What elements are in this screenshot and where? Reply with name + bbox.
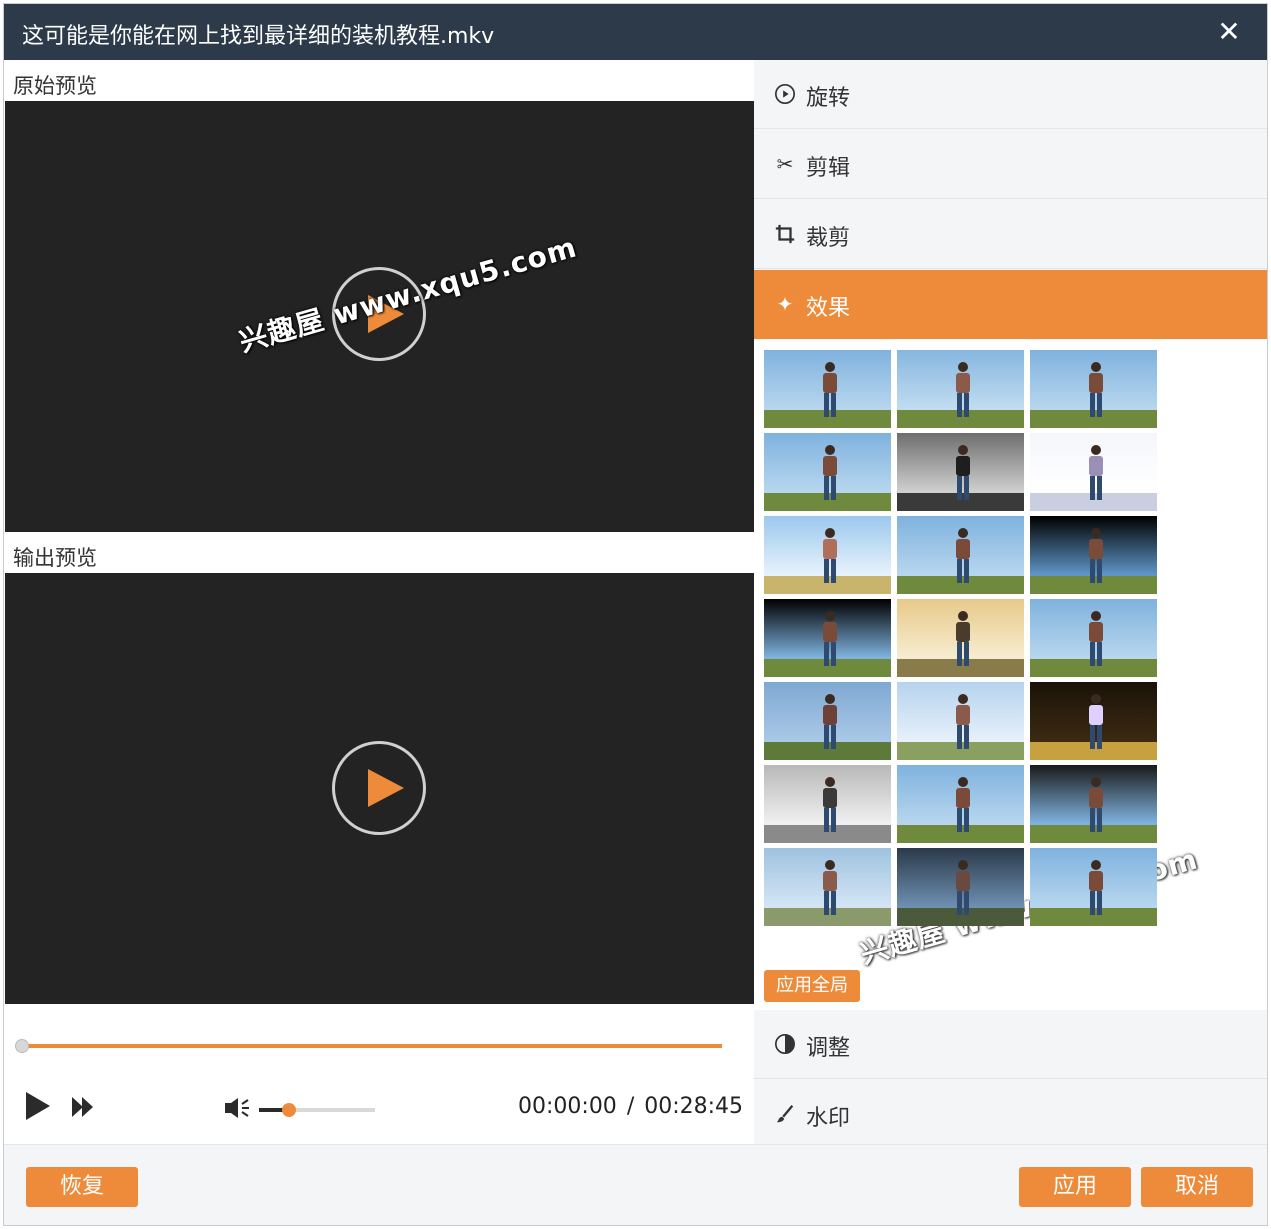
menu-effects[interactable]: ✦ 效果	[754, 270, 1267, 339]
menu-adjust[interactable]: 调整	[754, 1010, 1267, 1079]
close-icon[interactable]: ✕	[1213, 16, 1245, 48]
menu-adjust-label: 调整	[806, 1036, 851, 1061]
effect-thumbnail[interactable]	[764, 516, 891, 594]
video-edit-dialog: 这可能是你能在网上找到最详细的装机教程.mkv ✕ 原始预览 兴趣屋 www.x…	[3, 3, 1268, 1226]
output-preview-video	[5, 573, 754, 1004]
apply-button[interactable]: 应用	[1019, 1167, 1131, 1207]
edit-panel: 旋转 ✂ 剪辑 裁剪 ✦ 效果 应用全局 兴趣屋 www.xqu5.com	[754, 60, 1267, 1149]
effect-thumbnail[interactable]	[1030, 433, 1157, 511]
effect-thumbnail[interactable]	[897, 433, 1024, 511]
effect-thumbnail[interactable]	[897, 350, 1024, 428]
effect-thumbnail[interactable]	[764, 848, 891, 926]
menu-watermark[interactable]: 水印	[754, 1080, 1267, 1149]
effect-thumbnail[interactable]	[897, 516, 1024, 594]
menu-trim-label: 剪辑	[806, 156, 851, 181]
time-separator: /	[626, 1094, 635, 1119]
reset-button[interactable]: 恢复	[26, 1167, 138, 1207]
effect-thumbnail[interactable]	[897, 682, 1024, 760]
menu-crop-label: 裁剪	[806, 226, 851, 251]
menu-effects-label: 效果	[806, 296, 851, 321]
original-preview-video: 兴趣屋 www.xqu5.com	[5, 101, 754, 532]
volume-slider[interactable]	[259, 1103, 375, 1117]
volume-icon[interactable]	[224, 1096, 252, 1120]
sparkle-icon: ✦	[776, 292, 794, 316]
effect-thumbnail[interactable]	[1030, 516, 1157, 594]
brush-icon	[776, 1105, 794, 1123]
effect-thumbnail[interactable]	[764, 350, 891, 428]
menu-rotate[interactable]: 旋转	[754, 60, 1267, 129]
effect-thumbnail[interactable]	[1030, 765, 1157, 843]
seek-bar[interactable]	[22, 1044, 722, 1048]
dialog-footer: 恢复 应用 取消	[4, 1144, 1267, 1225]
effect-thumbnail[interactable]	[764, 433, 891, 511]
effect-thumbnail[interactable]	[897, 599, 1024, 677]
menu-rotate-label: 旋转	[806, 86, 851, 111]
effect-thumbnail[interactable]	[897, 765, 1024, 843]
effect-thumbnail[interactable]	[764, 765, 891, 843]
effect-thumbnail[interactable]	[897, 848, 1024, 926]
adjust-icon	[775, 1034, 795, 1054]
original-preview-label: 原始预览	[13, 74, 97, 98]
cancel-button[interactable]: 取消	[1141, 1167, 1253, 1207]
play-button[interactable]	[26, 1092, 50, 1120]
effect-thumbnail[interactable]	[764, 682, 891, 760]
effects-grid: 应用全局 兴趣屋 www.xqu5.com	[754, 340, 1267, 1010]
time-display: 00:00:00 / 00:28:45	[518, 1094, 743, 1119]
total-time: 00:28:45	[644, 1094, 744, 1119]
effect-thumbnail[interactable]	[1030, 350, 1157, 428]
playback-controls: 00:00:00 / 00:28:45	[4, 1004, 743, 1144]
output-preview-label: 输出预览	[13, 546, 97, 570]
menu-trim[interactable]: ✂ 剪辑	[754, 130, 1267, 199]
crop-icon	[775, 224, 795, 244]
title-bar: 这可能是你能在网上找到最详细的装机教程.mkv ✕	[4, 4, 1267, 60]
apply-all-button[interactable]: 应用全局	[764, 970, 860, 1002]
output-play-icon[interactable]	[332, 741, 426, 835]
effect-thumbnail[interactable]	[1030, 599, 1157, 677]
fast-forward-button[interactable]	[72, 1097, 96, 1117]
window-title: 这可能是你能在网上找到最详细的装机教程.mkv	[22, 24, 495, 49]
seek-handle[interactable]	[15, 1039, 29, 1053]
volume-handle[interactable]	[282, 1103, 297, 1117]
effect-thumbnail[interactable]	[764, 599, 891, 677]
menu-watermark-label: 水印	[806, 1106, 851, 1131]
current-time: 00:00:00	[518, 1094, 617, 1119]
rotate-icon	[775, 84, 795, 104]
effect-thumbnail[interactable]	[1030, 682, 1157, 760]
scissors-icon: ✂	[776, 152, 794, 176]
menu-crop[interactable]: 裁剪	[754, 200, 1267, 269]
effect-thumbnail[interactable]	[1030, 848, 1157, 926]
